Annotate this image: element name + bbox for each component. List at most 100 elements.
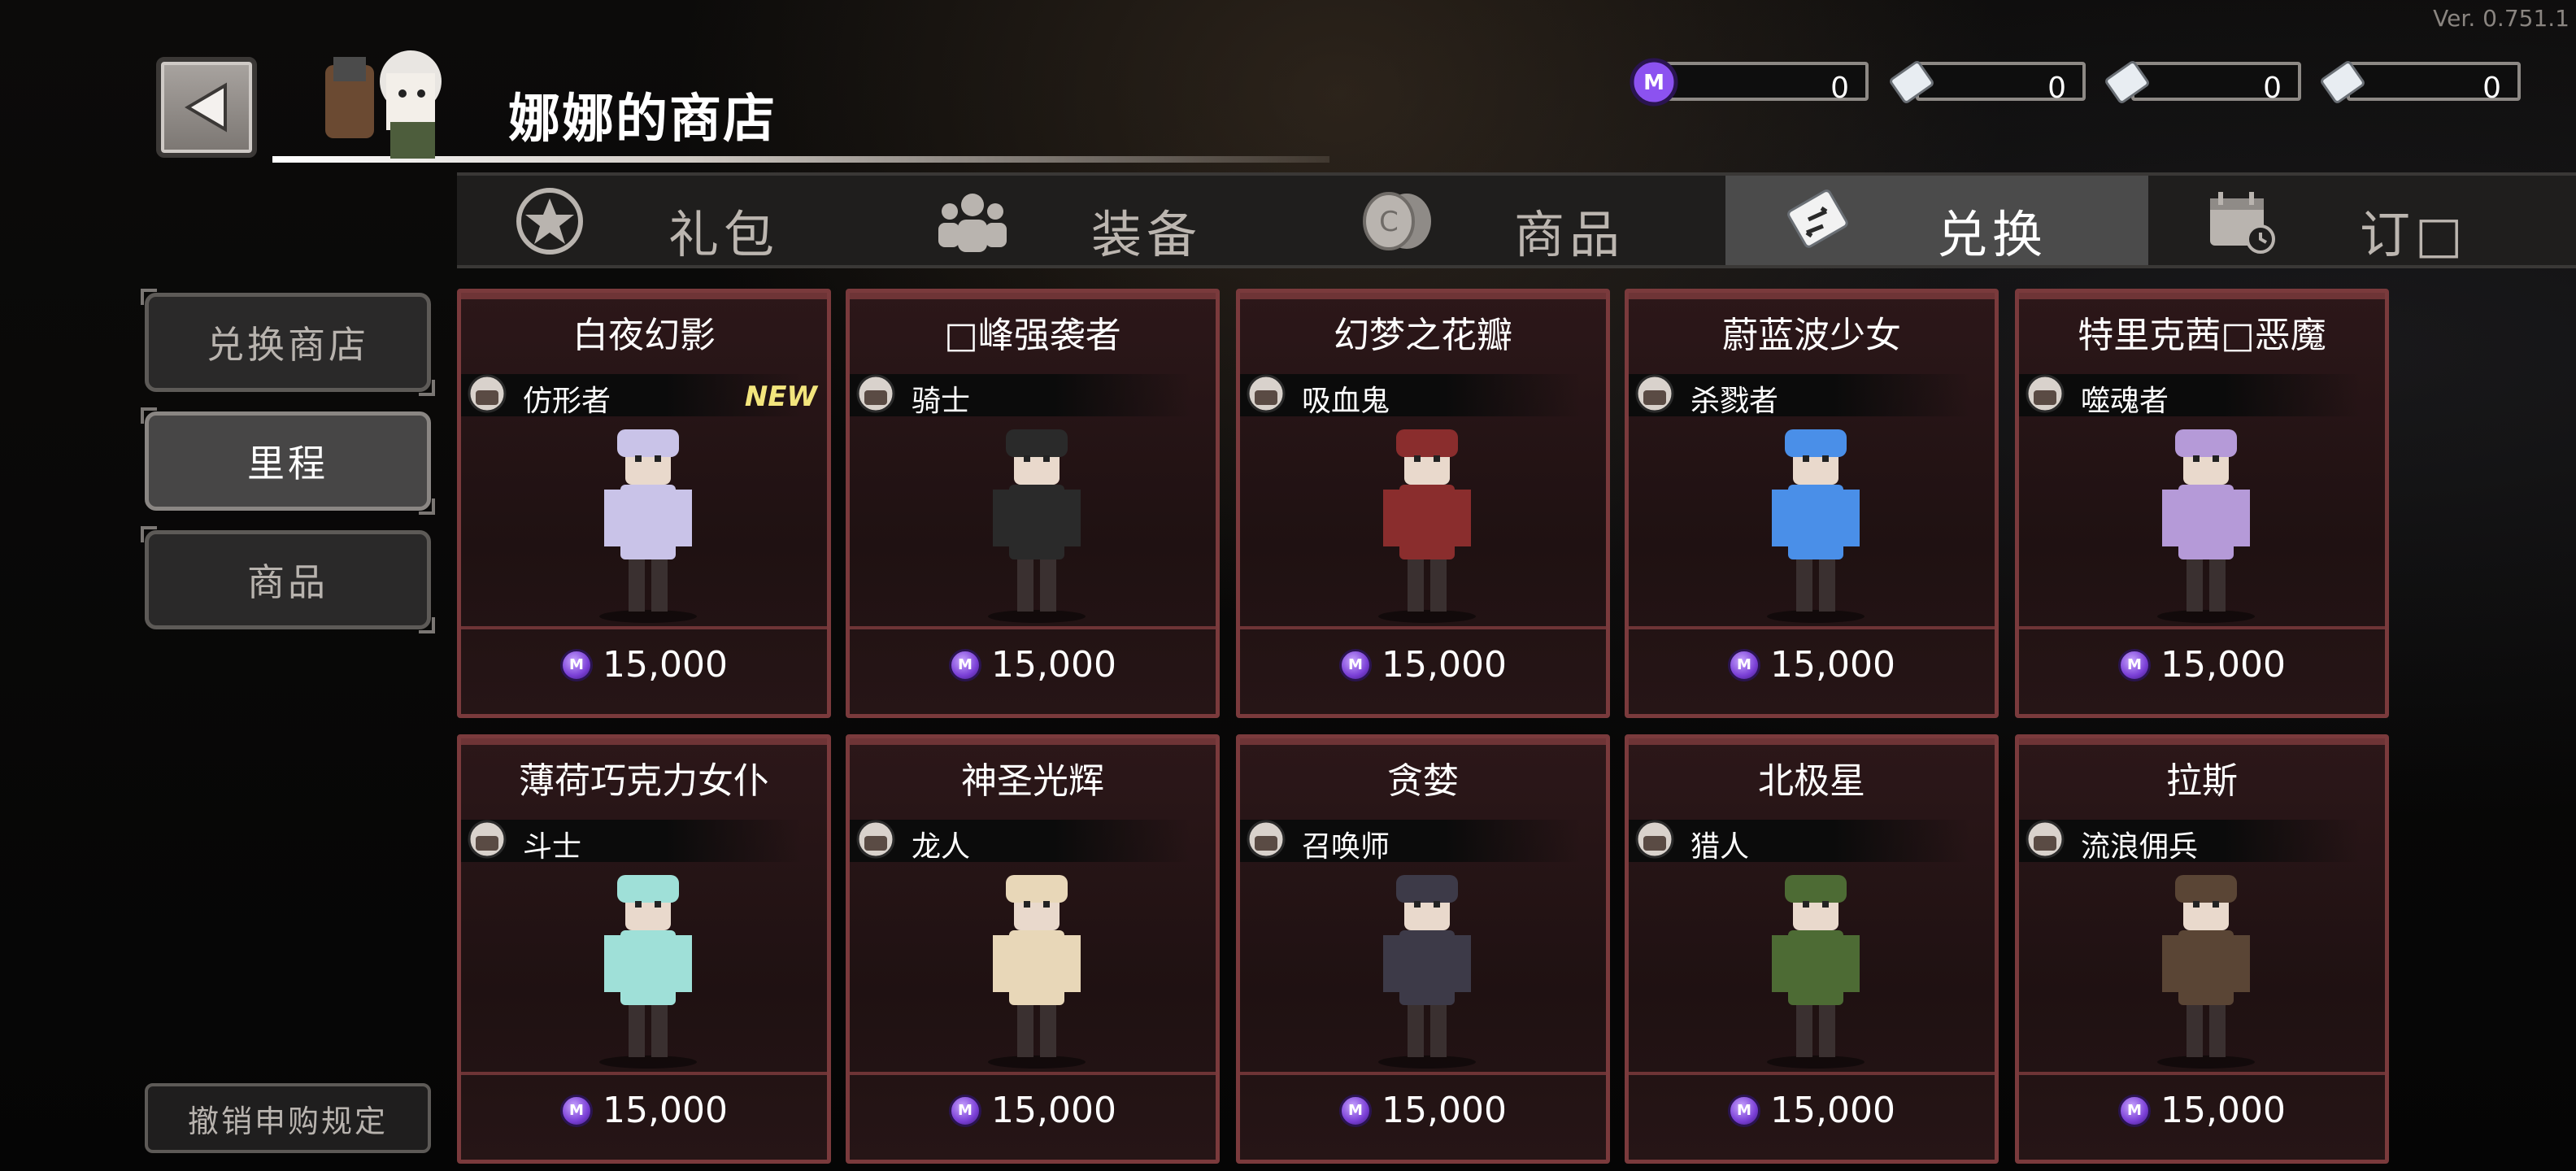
- item-card[interactable]: 神圣光辉 龙人 M 15,000: [846, 734, 1220, 1164]
- item-card[interactable]: 北极星 猎人 M 15,000: [1625, 734, 1999, 1164]
- tab-exchange[interactable]: 兑换: [1725, 176, 2148, 265]
- m-coin-icon: M: [949, 648, 982, 681]
- tab-label: 装备: [1091, 205, 1203, 264]
- svg-text:C: C: [1379, 206, 1399, 238]
- card-divider: [2019, 626, 2385, 629]
- sidebar-item-exchange-shop[interactable]: 兑换商店: [141, 289, 435, 396]
- item-card[interactable]: 薄荷巧克力女仆 斗士 M 15,000: [457, 734, 831, 1164]
- m-coin-icon: M: [1339, 648, 1373, 681]
- class-icon: [2026, 820, 2065, 859]
- item-card[interactable]: 贪婪召唤师 M 15,000: [1236, 734, 1610, 1164]
- item-price: M 15,000: [1240, 1090, 1606, 1131]
- class-strip: [850, 374, 1191, 416]
- class-strip: [1240, 820, 1582, 862]
- item-price: M 15,000: [1240, 644, 1606, 686]
- tab-label: 订□: [2360, 205, 2468, 264]
- item-card[interactable]: 幻梦之花瓣吸血鬼 M 15,000: [1236, 289, 1610, 718]
- class-name: 召唤师: [1302, 830, 1390, 864]
- class-icon: [856, 820, 895, 859]
- class-name: 流浪佣兵: [2081, 830, 2199, 864]
- item-card[interactable]: 特里克茜□恶魔噬魂者 M 15,000: [2015, 289, 2389, 718]
- class-strip: [1629, 820, 1970, 862]
- class-strip: [850, 820, 1191, 862]
- ticket-3-icon: [2321, 61, 2365, 103]
- price-value: 15,000: [991, 1090, 1116, 1131]
- m-coin-icon: M: [560, 648, 594, 681]
- card-divider: [850, 1072, 1216, 1075]
- class-name: 骑士: [912, 385, 971, 418]
- item-card[interactable]: 拉斯流浪佣兵 M 15,000: [2015, 734, 2389, 1164]
- item-price: M 15,000: [1629, 1090, 1995, 1131]
- item-card[interactable]: 白夜幻影 仿形者 NEW M 15,000: [457, 289, 831, 718]
- item-name: 贪婪: [1387, 760, 1459, 802]
- item-name: □峰强袭者: [944, 315, 1121, 356]
- class-icon: [468, 374, 507, 413]
- tab-subscription[interactable]: 订□: [2148, 176, 2571, 265]
- currency-m-coin: 0 M: [1629, 57, 1869, 107]
- item-price: M 15,000: [2019, 1090, 2385, 1131]
- new-badge: NEW: [744, 381, 817, 413]
- class-icon: [1635, 820, 1674, 859]
- class-icon: [856, 374, 895, 413]
- price-value: 15,000: [1770, 1090, 1895, 1131]
- character-sprite: [988, 875, 1086, 1069]
- tab-equipment[interactable]: 装备: [880, 176, 1303, 265]
- currency-ticket-2: 0: [2102, 57, 2301, 106]
- item-price: M 15,000: [850, 1090, 1216, 1131]
- tab-label: 礼包: [668, 205, 780, 264]
- character-sprite: [1767, 875, 1865, 1069]
- item-name: 蔚蓝波少女: [1722, 315, 1901, 356]
- card-divider: [461, 1072, 827, 1075]
- tab-label: 商品: [1514, 205, 1625, 264]
- tab-package[interactable]: 礼包: [457, 176, 880, 265]
- class-name: 猎人: [1690, 830, 1750, 864]
- card-divider: [461, 626, 827, 629]
- item-card[interactable]: 蔚蓝波少女 杀戮者 M 15,000: [1625, 289, 1999, 718]
- m-coin-icon: M: [2118, 1094, 2152, 1127]
- sidebar-item-goods[interactable]: 商品: [141, 526, 435, 633]
- card-divider: [1240, 626, 1606, 629]
- tab-label: 兑换: [1937, 205, 2048, 264]
- item-price: M 15,000: [2019, 644, 2385, 686]
- class-icon: [2026, 374, 2065, 413]
- currency-value: 0: [2047, 72, 2066, 105]
- exchange-ticket-icon: [1787, 189, 1848, 248]
- coins-icon: C: [1363, 192, 1431, 250]
- class-name: 噬魂者: [2081, 385, 2169, 418]
- version-label: Ver. 0.751.1: [2433, 5, 2569, 32]
- m-coin-icon: M: [1728, 1094, 1761, 1127]
- class-strip: [461, 820, 803, 862]
- character-sprite: [2157, 429, 2255, 623]
- currency-value: 0: [2482, 72, 2501, 105]
- class-strip: [1240, 374, 1582, 416]
- class-name: 仿形者: [523, 385, 611, 418]
- currency-ticket-3: 0: [2317, 57, 2521, 106]
- price-value: 15,000: [1770, 644, 1895, 686]
- item-price: M 15,000: [1629, 644, 1995, 686]
- m-coin-icon: M: [560, 1094, 594, 1127]
- price-value: 15,000: [603, 644, 728, 686]
- character-sprite: [988, 429, 1086, 623]
- item-name: 拉斯: [2166, 760, 2238, 802]
- sidebar-item-mileage[interactable]: 里程: [141, 407, 435, 515]
- character-sprite: [1378, 429, 1476, 623]
- m-coin-icon: M: [2118, 648, 2152, 681]
- item-card[interactable]: □峰强袭者 骑士 M 15,000: [846, 289, 1220, 718]
- back-arrow-icon: [185, 82, 227, 133]
- item-price: M 15,000: [461, 644, 827, 686]
- class-strip: [1629, 374, 1970, 416]
- svg-text:M: M: [1643, 71, 1664, 95]
- class-name: 吸血鬼: [1302, 385, 1390, 418]
- item-name: 特里克茜□恶魔: [2078, 315, 2326, 356]
- price-value: 15,000: [2160, 644, 2286, 686]
- price-value: 15,000: [1382, 644, 1507, 686]
- item-name: 幻梦之花瓣: [1334, 315, 1512, 356]
- item-name: 北极星: [1758, 760, 1865, 802]
- back-button[interactable]: [156, 57, 257, 158]
- character-sprite: [1378, 875, 1476, 1069]
- class-icon: [1635, 374, 1674, 413]
- tab-goods[interactable]: C 商品: [1303, 176, 1725, 265]
- price-value: 15,000: [1382, 1090, 1507, 1131]
- cancel-purchase-policy-button[interactable]: 撤销申购规定: [145, 1083, 431, 1153]
- shop-tabs: 礼包 装备 C 商品 兑换 订□: [457, 172, 2576, 268]
